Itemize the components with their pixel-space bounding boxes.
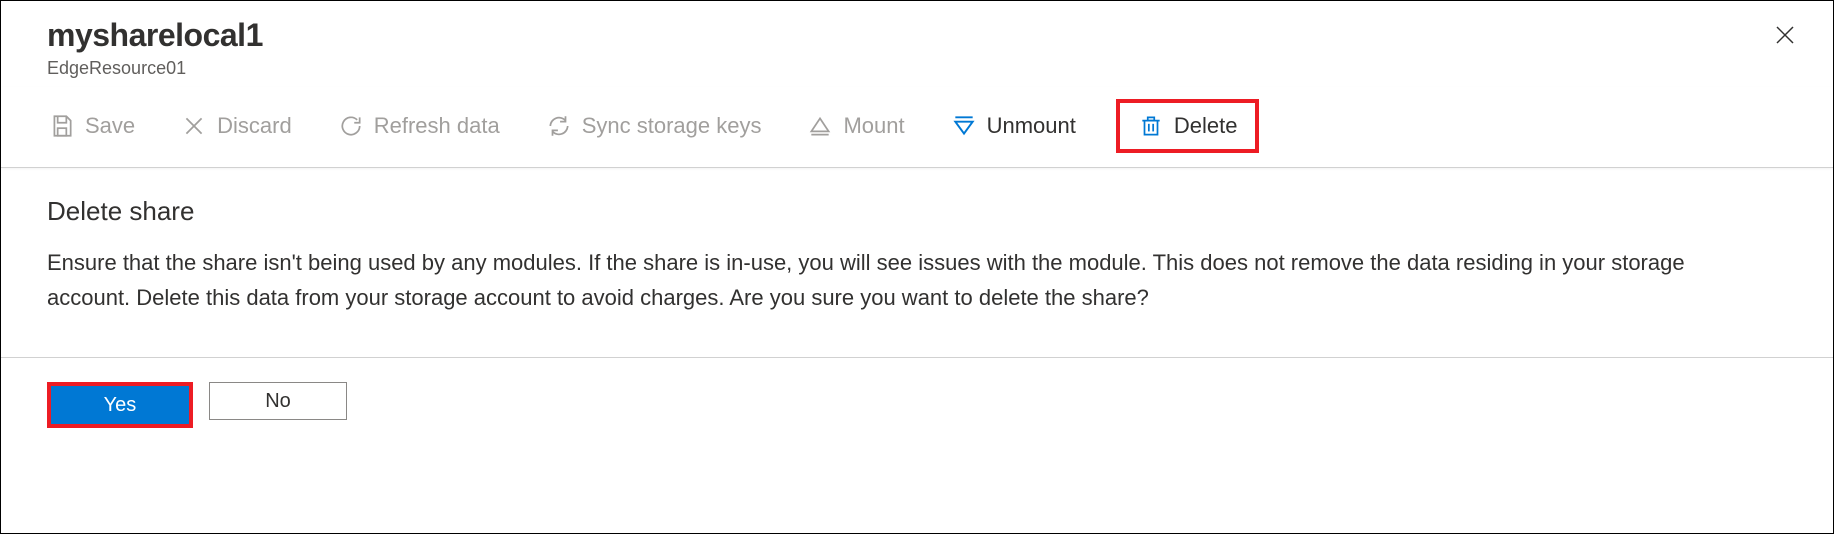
no-label: No (265, 390, 291, 413)
page-subtitle: EdgeResource01 (47, 58, 1787, 79)
delete-button[interactable]: Delete (1132, 109, 1244, 143)
yes-highlight: Yes (47, 382, 193, 428)
mount-icon (807, 113, 833, 139)
close-icon (1773, 23, 1797, 47)
page-title: mysharelocal1 (47, 17, 1787, 54)
save-icon (49, 113, 75, 139)
mount-button[interactable]: Mount (801, 109, 910, 143)
yes-label: Yes (104, 394, 137, 417)
yes-button[interactable]: Yes (51, 386, 189, 424)
delete-label: Delete (1174, 113, 1238, 139)
sync-button[interactable]: Sync storage keys (540, 109, 768, 143)
unmount-icon (951, 113, 977, 139)
unmount-label: Unmount (987, 113, 1076, 139)
discard-button[interactable]: Discard (175, 109, 298, 143)
save-label: Save (85, 113, 135, 139)
sync-icon (546, 113, 572, 139)
sync-label: Sync storage keys (582, 113, 762, 139)
refresh-icon (338, 113, 364, 139)
no-button[interactable]: No (209, 382, 347, 420)
save-button[interactable]: Save (43, 109, 141, 143)
dialog-title: Delete share (47, 196, 1787, 227)
discard-label: Discard (217, 113, 292, 139)
mount-label: Mount (843, 113, 904, 139)
dialog-body: Ensure that the share isn't being used b… (47, 245, 1747, 315)
refresh-button[interactable]: Refresh data (332, 109, 506, 143)
command-bar: Save Discard Refresh data (1, 87, 1833, 168)
unmount-button[interactable]: Unmount (945, 109, 1082, 143)
close-button[interactable] (1767, 17, 1803, 53)
dialog-actions: Yes No (1, 358, 1833, 452)
discard-icon (181, 113, 207, 139)
refresh-label: Refresh data (374, 113, 500, 139)
dialog-content: Delete share Ensure that the share isn't… (1, 168, 1833, 343)
delete-highlight: Delete (1116, 99, 1260, 153)
trash-icon (1138, 113, 1164, 139)
blade-header: mysharelocal1 EdgeResource01 (1, 1, 1833, 87)
